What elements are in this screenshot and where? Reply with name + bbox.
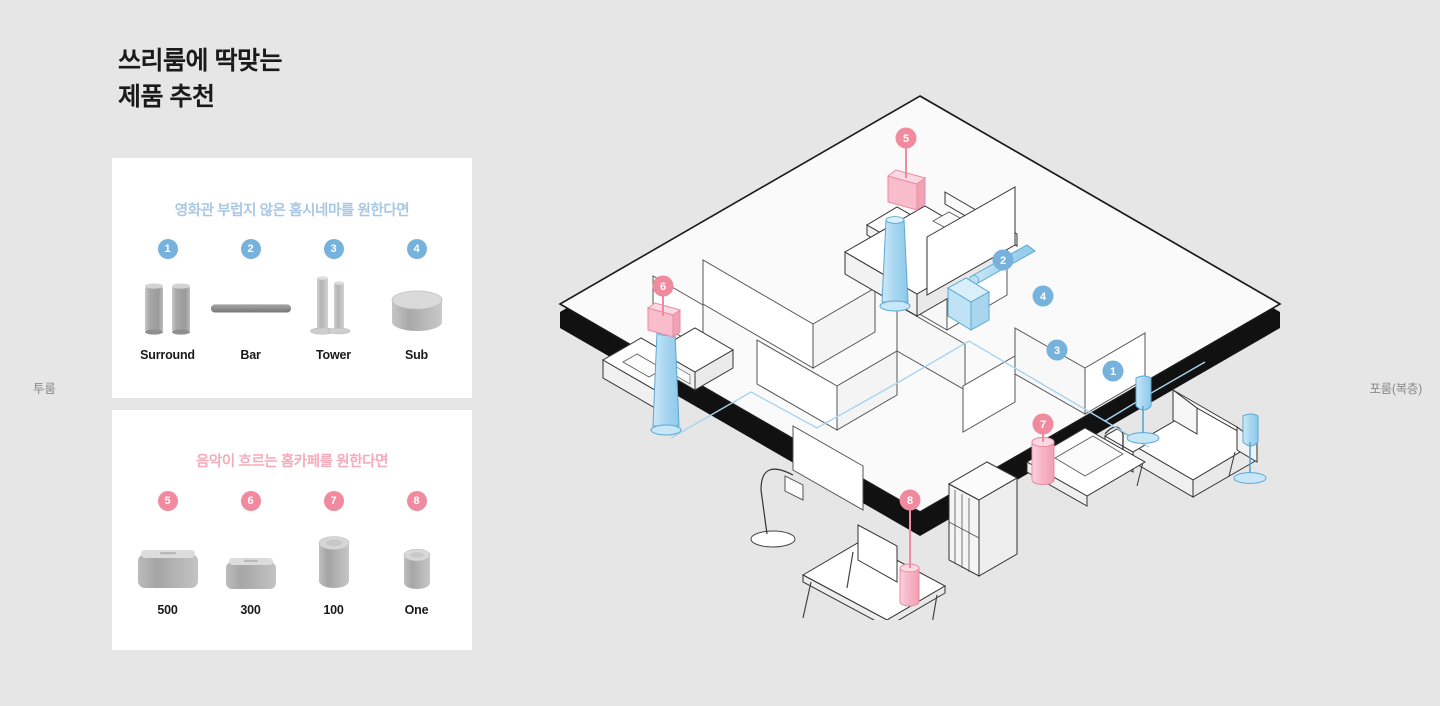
wide-speaker-large-icon: [127, 531, 209, 591]
marker-label-8: 8: [907, 495, 913, 507]
surround-speaker-pair-icon: [127, 275, 209, 337]
wide-speaker-small-icon: [210, 531, 292, 591]
cylinder-speaker-small-icon: [376, 531, 458, 591]
product-item-100[interactable]: 7 100: [293, 491, 375, 617]
floorplan-marker-4[interactable]: 4: [1032, 285, 1054, 307]
isometric-floorplan[interactable]: 5 6 2 4 3 1 7 8: [545, 90, 1285, 620]
product-item-one[interactable]: 8 One: [376, 491, 458, 617]
product-badge-4: 4: [406, 239, 427, 259]
product-item-tower[interactable]: 3 Tower: [293, 239, 375, 362]
product-label-300: 300: [240, 603, 261, 617]
product-label-one: One: [404, 603, 429, 617]
product-item-300[interactable]: 6 300: [210, 491, 292, 617]
card-title-home-cafe: 음악이 흐르는 홈카페를 원한다면: [195, 454, 389, 470]
product-badge-3: 3: [323, 239, 344, 259]
marker-label-5: 5: [903, 133, 909, 145]
card-home-cafe: 음악이 흐르는 홈카페를 원한다면 5 500 6 300 7 100 8 On…: [112, 410, 472, 650]
product-label-sub: Sub: [404, 348, 428, 362]
floorplan-marker-1[interactable]: 1: [1102, 360, 1124, 382]
product-item-500[interactable]: 5 500: [127, 491, 209, 617]
card-title-home-cinema: 영화관 부럽지 않은 홈시네마를 원한다면: [174, 203, 410, 219]
marker-label-3: 3: [1054, 345, 1060, 357]
product-label-500: 500: [157, 603, 178, 617]
soundbar-icon: [210, 275, 292, 337]
side-label-left[interactable]: 투룸: [33, 378, 56, 397]
product-badge-1: 1: [157, 239, 178, 259]
product-label-100: 100: [323, 603, 344, 617]
product-label-tower: Tower: [316, 348, 351, 362]
product-item-sub[interactable]: 4 Sub: [376, 239, 458, 362]
product-badge-8: 8: [406, 491, 427, 511]
product-label-surround: Surround: [140, 348, 195, 362]
tower-speaker-pair-icon: [293, 275, 375, 337]
product-list-home-cafe: 5 500 6 300 7 100 8 One: [112, 491, 472, 617]
subwoofer-icon: [376, 275, 458, 337]
floorplan-marker-2[interactable]: 2: [992, 249, 1014, 271]
page-title: 쓰리룸에 딱맞는 제품 추천: [118, 47, 282, 111]
product-badge-2: 2: [240, 239, 261, 259]
floorplan-marker-3[interactable]: 3: [1046, 339, 1068, 361]
product-badge-5: 5: [157, 491, 178, 511]
marker-label-4: 4: [1040, 291, 1047, 303]
marker-label-7: 7: [1040, 419, 1046, 431]
product-label-bar: Bar: [240, 348, 261, 362]
marker-label-1: 1: [1110, 366, 1116, 378]
marker-label-6: 6: [660, 281, 666, 293]
product-item-surround[interactable]: 1 Surround: [127, 239, 209, 362]
product-badge-6: 6: [240, 491, 261, 511]
page-root: 쓰리룸에 딱맞는 제품 추천 투룸 포룸(복층) 영화관 부럽지 않은 홈시네마…: [0, 0, 1440, 706]
cylinder-speaker-tall-icon: [293, 531, 375, 591]
product-item-bar[interactable]: 2 Bar: [210, 239, 292, 362]
side-label-right[interactable]: 포룸(복층): [1369, 378, 1422, 397]
product-badge-7: 7: [323, 491, 344, 511]
product-list-home-cinema: 1 Surround 2 Bar 3 Tower 4 Sub: [112, 239, 472, 362]
card-home-cinema: 영화관 부럽지 않은 홈시네마를 원한다면 1 Surround 2 Bar 3…: [112, 158, 472, 398]
marker-label-2: 2: [1000, 255, 1006, 267]
